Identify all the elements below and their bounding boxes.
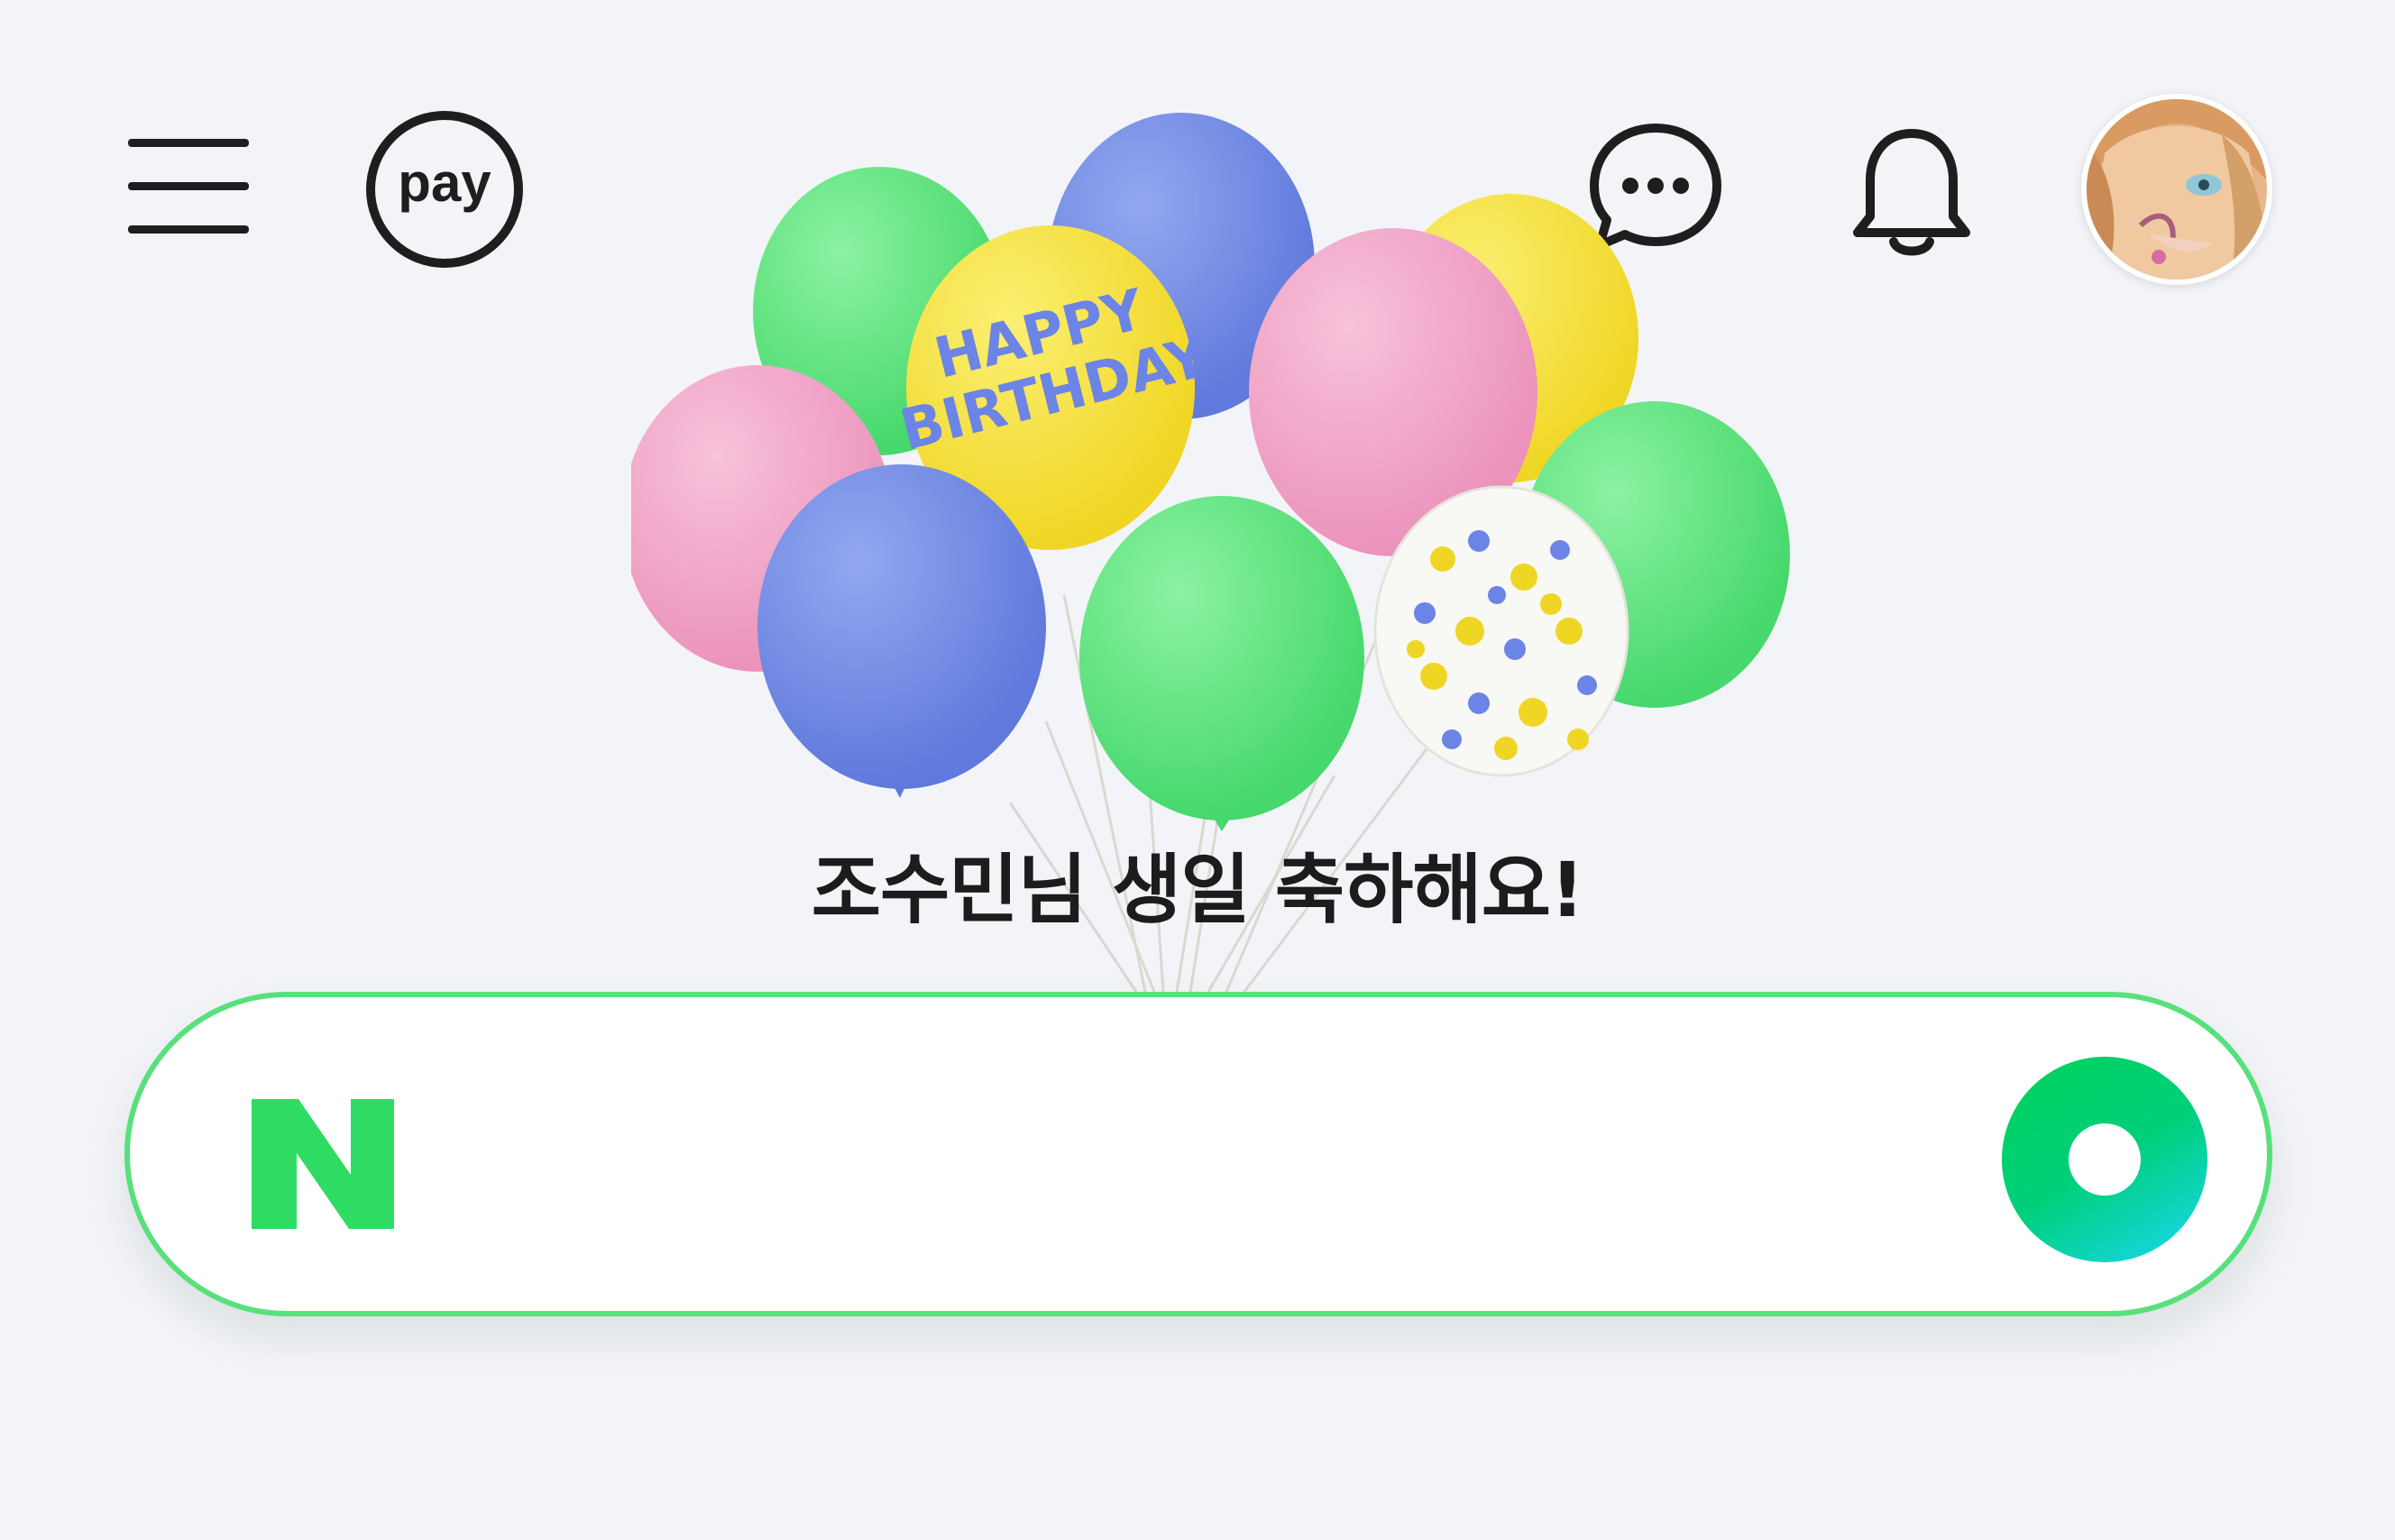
hamburger-menu-icon[interactable] xyxy=(126,133,252,242)
search-ring-icon[interactable] xyxy=(1998,1053,2211,1266)
pay-label: pay xyxy=(398,152,491,213)
pay-button[interactable]: pay xyxy=(363,108,526,270)
naver-logo[interactable] xyxy=(243,1092,405,1236)
naver-home: pay HAPPY BIRTHDAY 조수민님 생일 축하해요! xyxy=(0,0,2395,1540)
search-bar xyxy=(124,992,2272,1316)
avatar[interactable] xyxy=(2081,94,2272,285)
birthday-message: 조수민님 생일 축하해요! xyxy=(811,846,1585,934)
bell-icon[interactable] xyxy=(1849,126,1975,261)
search-input[interactable] xyxy=(473,1051,2005,1259)
